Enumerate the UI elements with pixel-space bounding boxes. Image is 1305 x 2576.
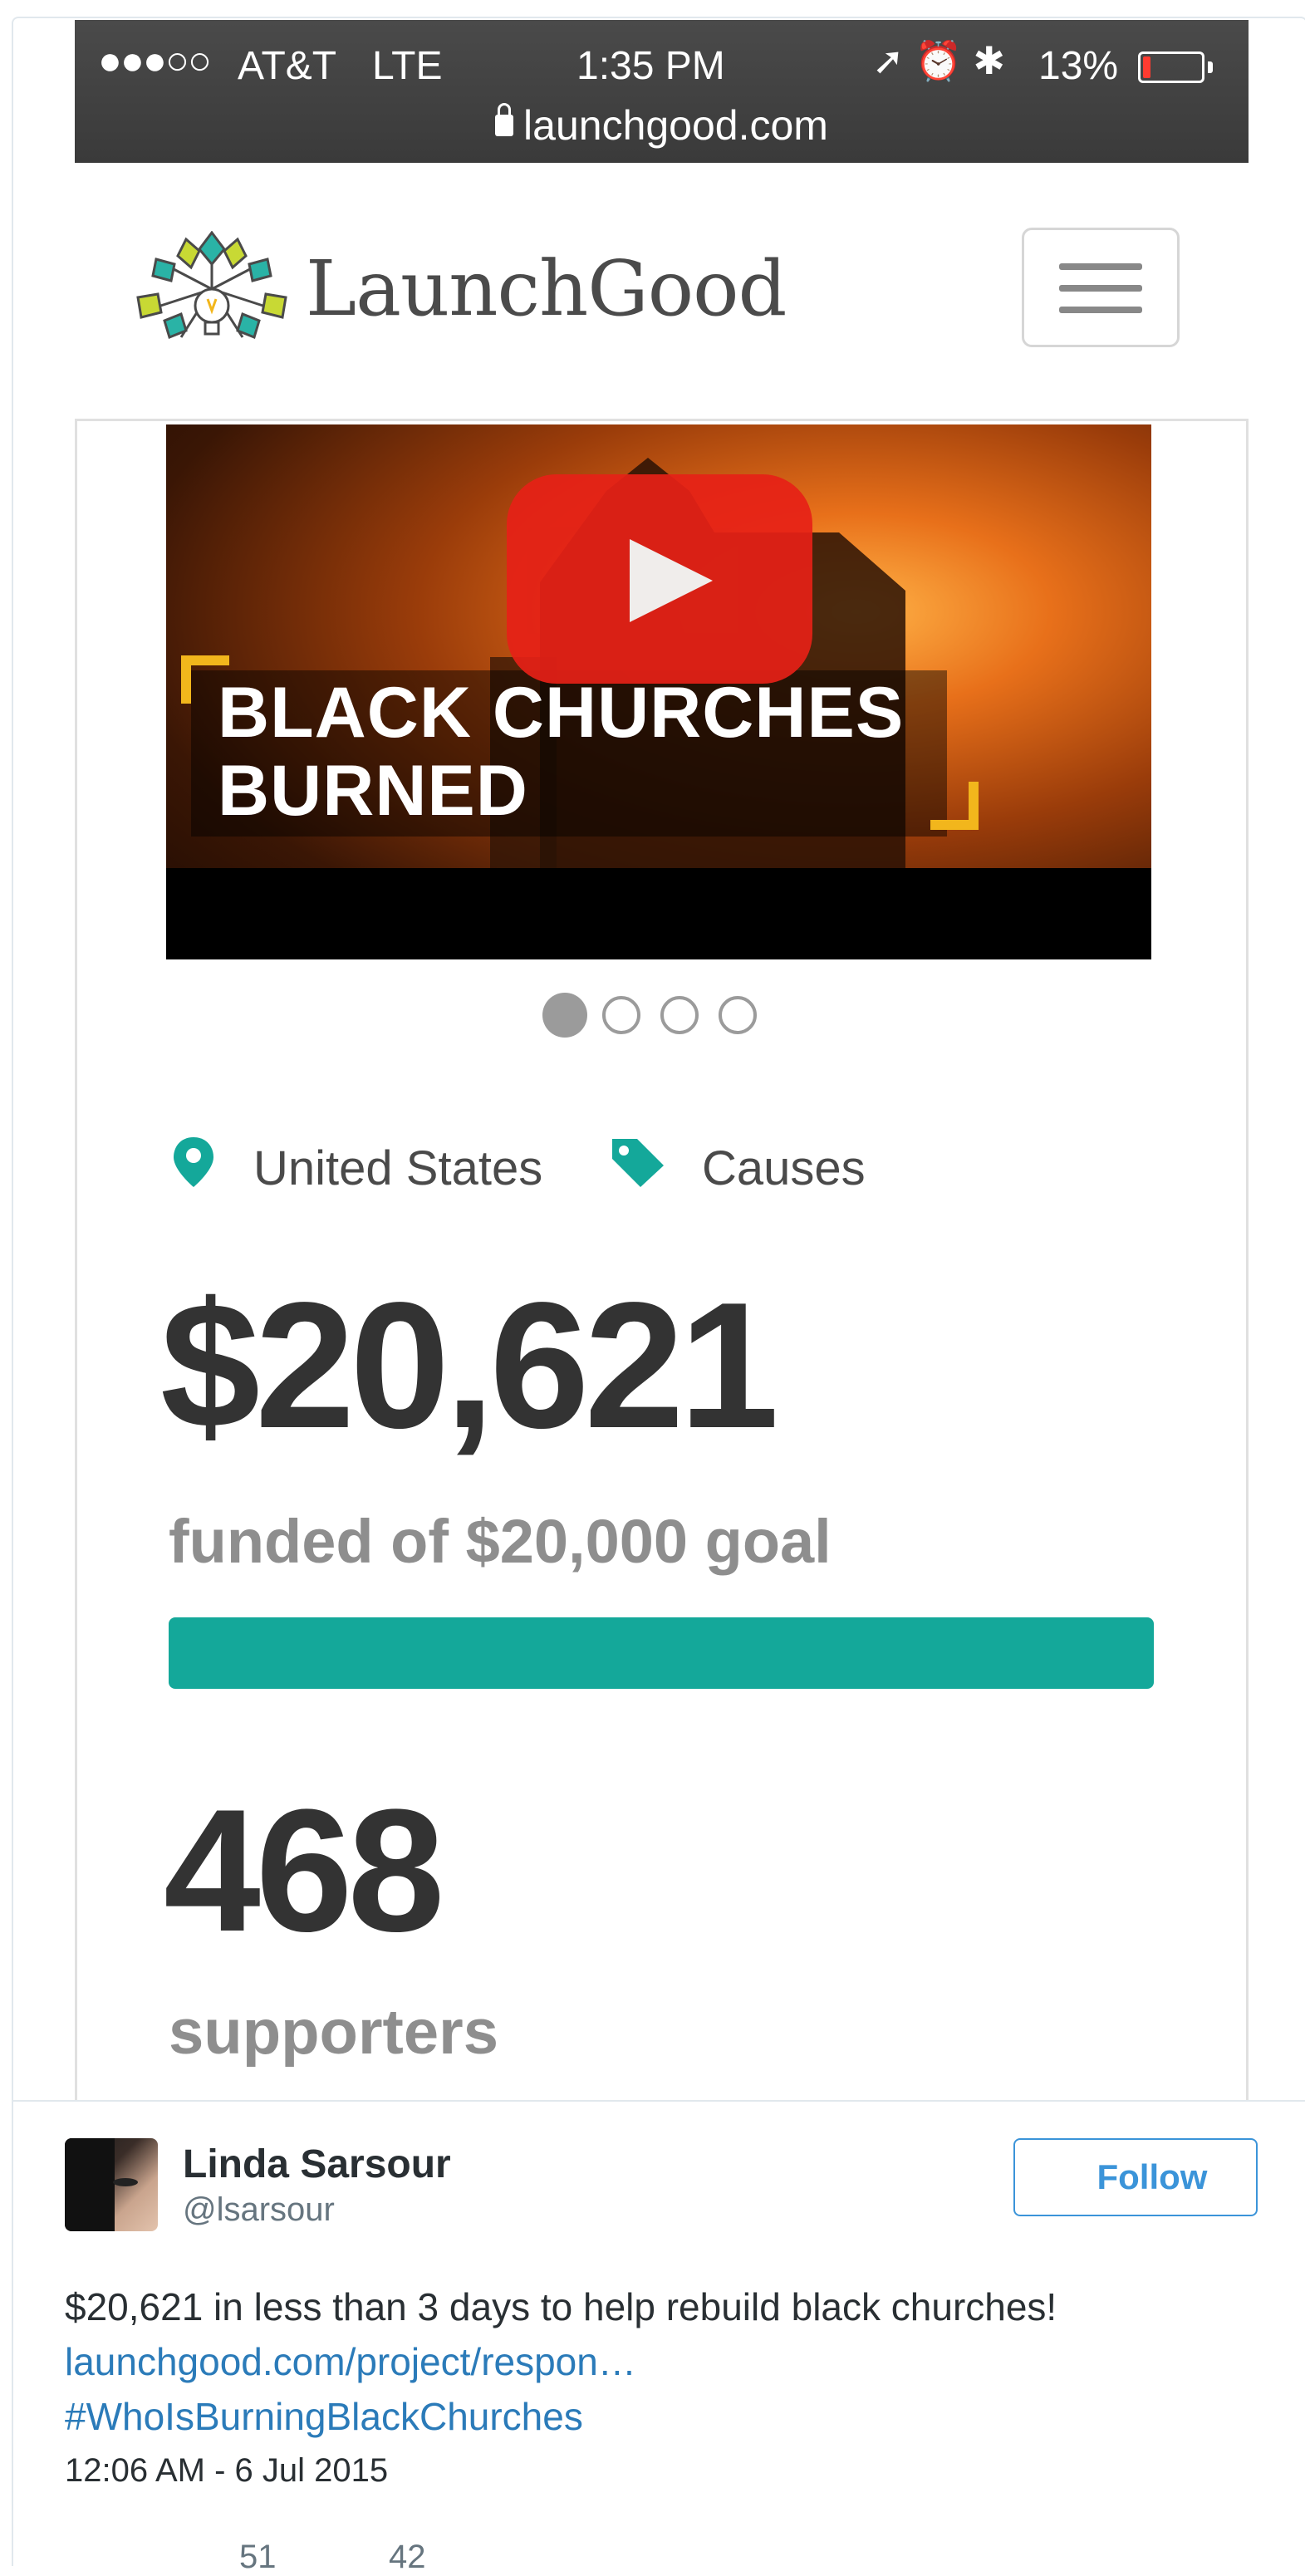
campaign-category[interactable]: Causes	[702, 1141, 866, 1196]
carousel-dot-4[interactable]	[719, 996, 757, 1034]
funded-amount: $20,621	[160, 1264, 779, 1465]
tweet-divider	[13, 2100, 1305, 2102]
carousel-dot-3[interactable]	[660, 996, 699, 1034]
funded-goal-label: funded of $20,000 goal	[169, 1507, 832, 1576]
campaign-location[interactable]: United States	[253, 1141, 542, 1196]
tweet-author-name[interactable]: Linda Sarsour	[183, 2142, 451, 2187]
video-play-button[interactable]	[507, 474, 812, 684]
carousel-dot-2[interactable]	[602, 996, 640, 1034]
video-letterbox	[166, 868, 1151, 959]
battery-percent: 13%	[1038, 44, 1119, 88]
signal-strength-icon: ●●●○○	[98, 39, 212, 83]
location-pin-icon	[174, 1137, 213, 1187]
video-caption-line-2: BURNED	[218, 751, 528, 831]
hamburger-menu-button[interactable]	[1022, 228, 1180, 347]
tweet-hashtag[interactable]: #WhoIsBurningBlackChurches	[65, 2389, 1261, 2444]
address-url: launchgood.com	[523, 102, 828, 149]
launchgood-logo-icon[interactable]	[131, 231, 292, 347]
campaign-card: BLACK CHURCHES BURNED United States Caus…	[75, 419, 1249, 2100]
tweet-body: $20,621 in less than 3 days to help rebu…	[65, 2279, 1261, 2444]
battery-nub	[1208, 61, 1213, 73]
tweet-link[interactable]: launchgood.com/project/respon…	[65, 2334, 1261, 2389]
funding-progress-bar	[169, 1617, 1154, 1689]
tweet-stat-retweets[interactable]: 51	[239, 2539, 277, 2576]
follow-button-label: Follow	[1096, 2157, 1208, 2196]
avatar[interactable]	[65, 2138, 158, 2231]
clock-time: 1:35 PM	[576, 44, 725, 88]
menu-line-icon	[1059, 307, 1142, 313]
funding-progress-fill	[169, 1617, 1154, 1689]
battery-level-fill	[1143, 56, 1150, 78]
status-icons: ➚ ⏰ ✱	[872, 39, 1005, 82]
lock-icon	[495, 102, 514, 136]
carrier-label: AT&T	[238, 44, 337, 88]
supporters-label: supporters	[169, 1997, 498, 2068]
avatar-eye	[113, 2178, 138, 2186]
tweet-stat-likes[interactable]: 42	[389, 2539, 426, 2576]
menu-line-icon	[1059, 263, 1142, 270]
address-bar[interactable]: launchgood.com	[75, 101, 1249, 150]
site-header: LaunchGood	[75, 163, 1249, 420]
network-label: LTE	[372, 44, 443, 88]
supporters-count: 468	[164, 1773, 444, 1968]
menu-line-icon	[1059, 285, 1142, 292]
tweet-text: $20,621 in less than 3 days to help rebu…	[65, 2285, 1057, 2328]
launchgood-logo-text[interactable]: LaunchGood	[306, 244, 787, 333]
video-caption: BLACK CHURCHES BURNED	[218, 674, 904, 830]
carousel-dot-1[interactable]	[542, 993, 587, 1038]
play-icon	[630, 539, 713, 622]
phone-status-bar: ●●●○○ AT&T LTE 1:35 PM ➚ ⏰ ✱ 13% launchg…	[75, 20, 1249, 163]
caption-bracket-bottom-right	[930, 782, 979, 830]
follow-button[interactable]: Follow	[1013, 2138, 1258, 2216]
campaign-video[interactable]: BLACK CHURCHES BURNED	[166, 424, 1151, 959]
avatar-hair	[65, 2138, 115, 2231]
tweet-author-handle[interactable]: @lsarsour	[183, 2191, 335, 2229]
video-caption-line-1: BLACK CHURCHES	[218, 673, 905, 753]
tweet-timestamp[interactable]: 12:06 AM - 6 Jul 2015	[65, 2452, 388, 2490]
category-tag-icon	[612, 1139, 664, 1187]
battery-icon	[1138, 52, 1204, 83]
